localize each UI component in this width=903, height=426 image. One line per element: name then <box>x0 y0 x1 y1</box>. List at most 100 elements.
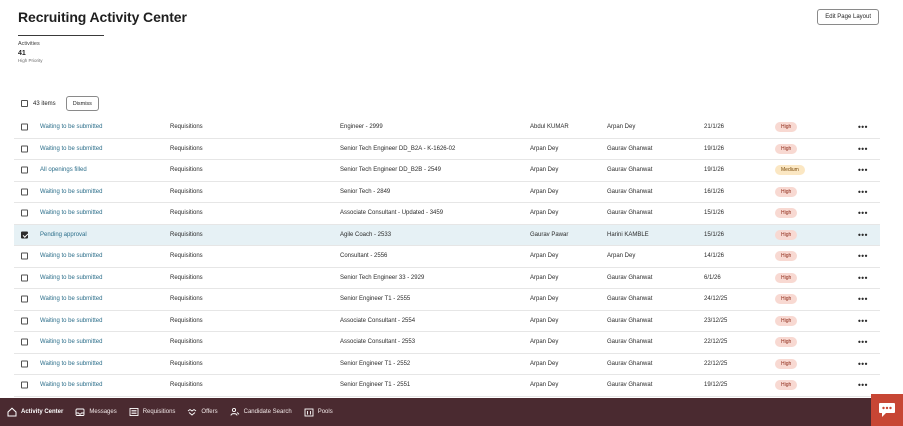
requisition-title: Associate Consultant - Updated - 3459 <box>340 210 444 217</box>
activity-status-link[interactable]: All openings filled <box>40 167 87 173</box>
dismiss-button[interactable]: Dismiss <box>65 96 99 111</box>
table-row[interactable]: Waiting to be submitted Requisitions Assoc… <box>14 311 880 332</box>
row-checkbox[interactable] <box>21 209 28 217</box>
more-actions-icon[interactable]: ••• <box>858 166 868 175</box>
more-actions-icon[interactable]: ••• <box>858 359 868 368</box>
more-actions-icon[interactable]: ••• <box>858 144 868 153</box>
hiring-manager-name: Gaurav Ghanwat <box>607 210 653 217</box>
table-row[interactable]: Waiting to be submitted Requisitions Assoc… <box>14 203 880 225</box>
row-checkbox[interactable] <box>21 252 28 260</box>
table-row[interactable]: Waiting to be submitted Requisitions Engin… <box>14 117 880 139</box>
chat-icon <box>879 403 895 417</box>
table-row[interactable]: Waiting to be submitted Requisitions Senio… <box>14 182 880 203</box>
person-search-icon <box>230 407 240 417</box>
row-checkbox[interactable] <box>21 123 28 131</box>
table-row[interactable]: Waiting to be submitted Requisitions Senio… <box>14 375 880 397</box>
table-row[interactable]: Waiting to be submitted Requisitions Senio… <box>14 354 880 375</box>
activity-status-link[interactable]: Waiting to be submitted <box>40 210 102 216</box>
more-actions-icon[interactable]: ••• <box>858 273 868 282</box>
bottom-nav-bar: Activity Center Messages Requisitions Offer… <box>0 398 903 426</box>
activity-type: Requisitions <box>170 188 203 195</box>
activity-type: Requisitions <box>170 360 203 367</box>
table-row[interactable]: Waiting to be submitted Requisitions Consu… <box>14 246 880 268</box>
row-checkbox[interactable] <box>21 166 28 174</box>
priority-badge: High <box>775 186 798 197</box>
table-row[interactable]: Waiting to be submitted Requisitions Senio… <box>14 139 880 160</box>
more-actions-icon[interactable]: ••• <box>858 252 868 261</box>
more-actions-icon[interactable]: ••• <box>858 381 868 390</box>
chat-button[interactable] <box>871 394 903 426</box>
requisition-title: Senior Tech Engineer DD_B2A - K-1626-02 <box>340 145 456 152</box>
summary-label: Activities <box>18 41 40 47</box>
nav-item-activity-center[interactable]: Activity Center <box>7 398 63 426</box>
row-checkbox[interactable] <box>21 317 28 325</box>
due-date: 14/1/26 <box>704 253 725 260</box>
activity-status-link[interactable]: Waiting to be submitted <box>40 339 102 345</box>
hiring-manager-name: Arpan Dey <box>607 124 636 131</box>
requisition-title: Senior Engineer T1 - 2552 <box>340 360 411 367</box>
activity-status-link[interactable]: Waiting to be submitted <box>40 361 102 367</box>
requisition-title: Senior Tech - 2849 <box>340 188 391 195</box>
due-date: 16/1/26 <box>704 188 725 195</box>
hiring-manager-name: Gaurav Ghanwat <box>607 360 653 367</box>
nav-item-label: Pools <box>317 409 333 415</box>
row-checkbox[interactable] <box>21 381 28 389</box>
more-actions-icon[interactable]: ••• <box>858 316 868 325</box>
more-actions-icon[interactable]: ••• <box>858 230 868 239</box>
activity-status-link[interactable]: Waiting to be submitted <box>40 146 102 152</box>
activity-status-link[interactable]: Waiting to be submitted <box>40 296 102 302</box>
hiring-manager-name: Arpan Dey <box>607 253 636 260</box>
recruiter-name: Arpan Dey <box>530 274 559 281</box>
items-count: 43 items <box>33 100 56 107</box>
activity-type: Requisitions <box>170 145 203 152</box>
recruiter-name: Arpan Dey <box>530 188 559 195</box>
hiring-manager-name: Gaurav Ghanwat <box>607 188 653 195</box>
nav-item-candidate-search[interactable]: Candidate Search <box>230 398 292 426</box>
row-checkbox[interactable] <box>21 360 28 368</box>
priority-badge: High <box>775 358 798 369</box>
activity-status-link[interactable]: Waiting to be submitted <box>40 189 102 195</box>
requisition-title: Associate Consultant - 2553 <box>340 339 416 346</box>
more-actions-icon[interactable]: ••• <box>858 209 868 218</box>
row-checkbox[interactable] <box>21 295 28 303</box>
due-date: 19/1/26 <box>704 167 725 174</box>
activity-status-link[interactable]: Waiting to be submitted <box>40 318 102 324</box>
activity-type: Requisitions <box>170 317 203 324</box>
activity-status-link[interactable]: Pending approval <box>40 232 87 238</box>
recruiter-name: Arpan Dey <box>530 317 559 324</box>
more-actions-icon[interactable]: ••• <box>858 338 868 347</box>
edit-page-layout-button[interactable]: Edit Page Layout <box>817 9 879 25</box>
nav-item-offers[interactable]: Offers <box>187 398 218 426</box>
hiring-manager-name: Gaurav Ghanwat <box>607 296 653 303</box>
table-row[interactable]: All openings filled Requisitions Senior Te… <box>14 160 880 182</box>
activities-summary[interactable]: Activities 41 High Priority <box>18 35 104 63</box>
recruiter-name: Arpan Dey <box>530 145 559 152</box>
activity-status-link[interactable]: Waiting to be submitted <box>40 253 102 259</box>
row-checkbox[interactable] <box>21 145 28 153</box>
row-checkbox[interactable] <box>21 188 28 196</box>
nav-item-pools[interactable]: Pools <box>304 398 333 426</box>
more-actions-icon[interactable]: ••• <box>858 187 868 196</box>
row-checkbox[interactable] <box>21 338 28 346</box>
hiring-manager-name: Gaurav Ghanwat <box>607 167 653 174</box>
nav-item-messages[interactable]: Messages <box>75 398 117 426</box>
more-actions-icon[interactable]: ••• <box>858 295 868 304</box>
activity-status-link[interactable]: Waiting to be submitted <box>40 124 102 130</box>
table-row[interactable]: Waiting to be submitted Requisitions Senio… <box>14 268 880 289</box>
due-date: 6/1/26 <box>704 274 721 281</box>
activity-type: Requisitions <box>170 296 203 303</box>
recruiter-name: Arpan Dey <box>530 360 559 367</box>
select-all-checkbox[interactable] <box>21 100 28 107</box>
row-checkbox[interactable] <box>21 231 28 239</box>
activity-type: Requisitions <box>170 124 203 131</box>
list-icon <box>129 407 139 417</box>
table-row[interactable]: Waiting to be submitted Requisitions Senio… <box>14 289 880 311</box>
nav-item-requisitions[interactable]: Requisitions <box>129 398 175 426</box>
row-checkbox[interactable] <box>21 274 28 282</box>
table-row[interactable]: Pending approval Requisitions Agile Coach … <box>14 224 880 246</box>
table-row[interactable]: Waiting to be submitted Requisitions Assoc… <box>14 332 880 354</box>
priority-badge: High <box>775 337 798 348</box>
more-actions-icon[interactable]: ••• <box>858 123 868 132</box>
activity-status-link[interactable]: Waiting to be submitted <box>40 275 102 281</box>
activity-status-link[interactable]: Waiting to be submitted <box>40 382 102 388</box>
